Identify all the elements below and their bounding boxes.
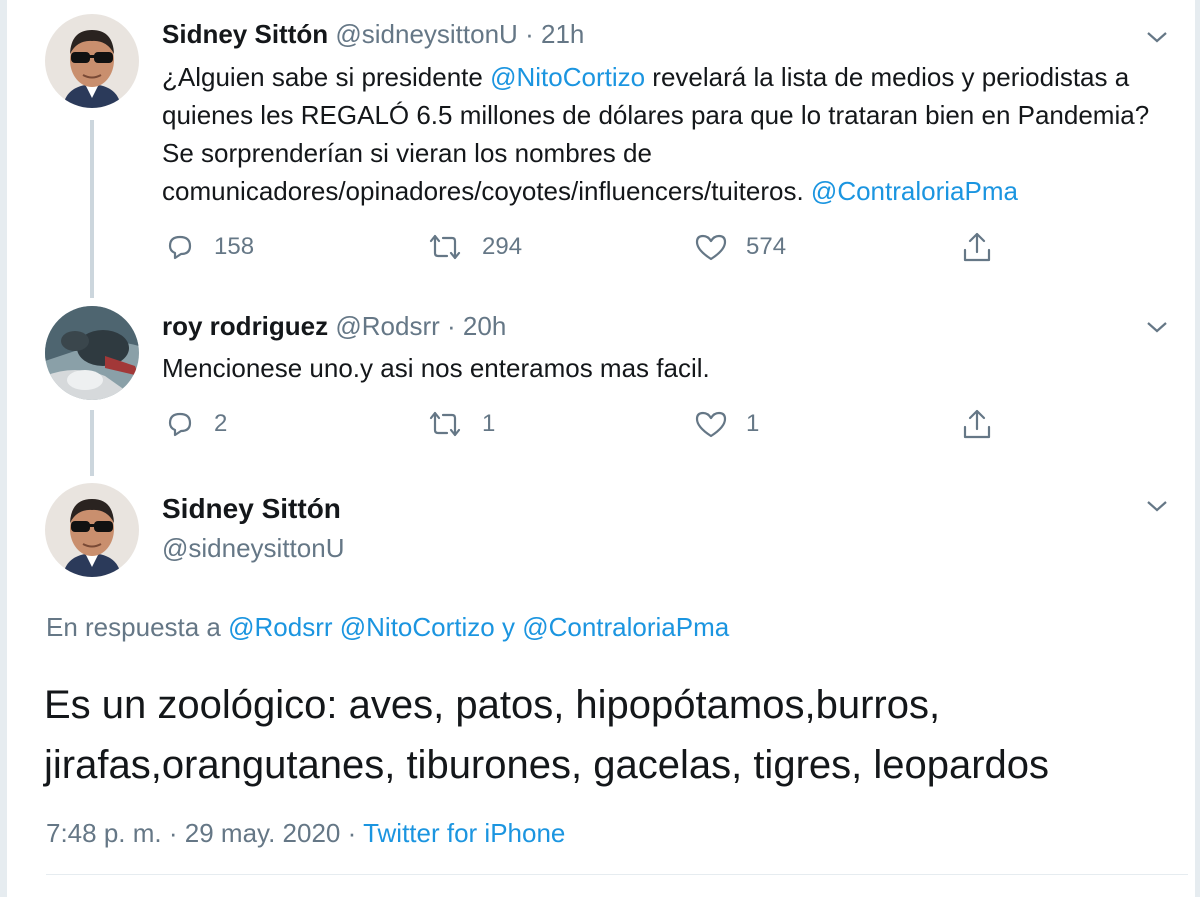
thread-line bbox=[90, 120, 94, 298]
tweet-text: ¿Alguien sabe si presidente @NitoCortizo… bbox=[162, 58, 1172, 210]
tweet-header: Sidney Sittón @sidneysittonU · 21h bbox=[162, 19, 584, 50]
tweet-text-part: ¿Alguien sabe si presidente bbox=[162, 62, 491, 92]
tweet-actions: 2 1 1 bbox=[162, 404, 1062, 444]
heart-icon bbox=[695, 411, 727, 438]
tweet-text-content: Mencionese uno.y asi nos enteramos mas f… bbox=[162, 353, 710, 383]
tweet-time[interactable]: 7:48 p. m. bbox=[46, 818, 162, 848]
retweet-icon bbox=[429, 411, 461, 437]
reply-prefix: En respuesta a bbox=[46, 612, 229, 642]
author-name[interactable]: Sidney Sittón bbox=[162, 19, 328, 49]
tweet-date[interactable]: 29 may. 2020 bbox=[185, 818, 341, 848]
heart-icon bbox=[695, 234, 727, 261]
like-count: 574 bbox=[746, 233, 787, 260]
like-count: 1 bbox=[746, 410, 760, 437]
divider bbox=[46, 874, 1188, 875]
chevron-down-icon[interactable] bbox=[1144, 493, 1170, 519]
avatar[interactable] bbox=[45, 306, 139, 400]
thread-line bbox=[90, 410, 94, 476]
avatar[interactable] bbox=[45, 14, 139, 108]
tweet-metadata: 7:48 p. m. · 29 may. 2020 · Twitter for … bbox=[46, 818, 565, 849]
mention-link[interactable]: @NitoCortizo bbox=[490, 62, 645, 92]
chevron-down-icon[interactable] bbox=[1144, 314, 1170, 340]
tweet-actions: 158 294 574 bbox=[162, 227, 1062, 267]
mention-link[interactable]: @Rodsrr bbox=[228, 612, 332, 642]
retweet-count: 294 bbox=[482, 233, 523, 260]
reply-count: 2 bbox=[214, 410, 228, 437]
like-button[interactable]: 1 bbox=[694, 404, 759, 444]
share-icon bbox=[963, 409, 991, 439]
share-button[interactable] bbox=[960, 227, 994, 267]
mention-link[interactable]: @ContraloriaPma bbox=[522, 612, 729, 642]
mention-link[interactable]: @ContraloriaPma bbox=[811, 176, 1018, 206]
reply-icon bbox=[168, 412, 192, 437]
reply-and: y bbox=[494, 612, 523, 642]
reply-context: En respuesta a @Rodsrr @NitoCortizo y @C… bbox=[46, 612, 729, 643]
author-handle[interactable]: @sidneysittonU bbox=[335, 19, 517, 49]
reply-button[interactable]: 2 bbox=[164, 404, 227, 444]
reply-button[interactable]: 158 bbox=[164, 227, 254, 267]
separator: · bbox=[447, 311, 456, 341]
tweet-text: Mencionese uno.y asi nos enteramos mas f… bbox=[162, 349, 1172, 387]
share-icon bbox=[963, 232, 991, 262]
tweet-time[interactable]: 21h bbox=[541, 19, 584, 49]
tweet-text: Es un zoológico: aves, patos, hipopótamo… bbox=[44, 683, 1050, 787]
share-button[interactable] bbox=[960, 404, 994, 444]
retweet-button[interactable]: 1 bbox=[426, 404, 495, 444]
author-name[interactable]: Sidney Sittón bbox=[162, 493, 341, 525]
separator: · bbox=[347, 818, 357, 848]
retweet-count: 1 bbox=[482, 410, 496, 437]
reply-count: 158 bbox=[214, 233, 255, 260]
tweet-time[interactable]: 20h bbox=[463, 311, 506, 341]
separator: · bbox=[525, 19, 534, 49]
tweet-header: roy rodriguez @Rodsrr · 20h bbox=[162, 311, 506, 342]
mention-link[interactable]: @NitoCortizo bbox=[340, 612, 495, 642]
retweet-button[interactable]: 294 bbox=[426, 227, 522, 267]
avatar[interactable] bbox=[45, 483, 139, 577]
author-name[interactable]: roy rodriguez bbox=[162, 311, 328, 341]
like-button[interactable]: 574 bbox=[694, 227, 786, 267]
author-handle[interactable]: @sidneysittonU bbox=[162, 533, 344, 564]
separator: · bbox=[168, 818, 178, 848]
tweet-source-link[interactable]: Twitter for iPhone bbox=[363, 818, 565, 848]
right-border bbox=[1195, 0, 1200, 897]
reply-icon bbox=[168, 235, 192, 260]
author-handle[interactable]: @Rodsrr bbox=[335, 311, 439, 341]
retweet-icon bbox=[429, 234, 461, 260]
left-border bbox=[0, 0, 7, 897]
chevron-down-icon[interactable] bbox=[1144, 24, 1170, 50]
